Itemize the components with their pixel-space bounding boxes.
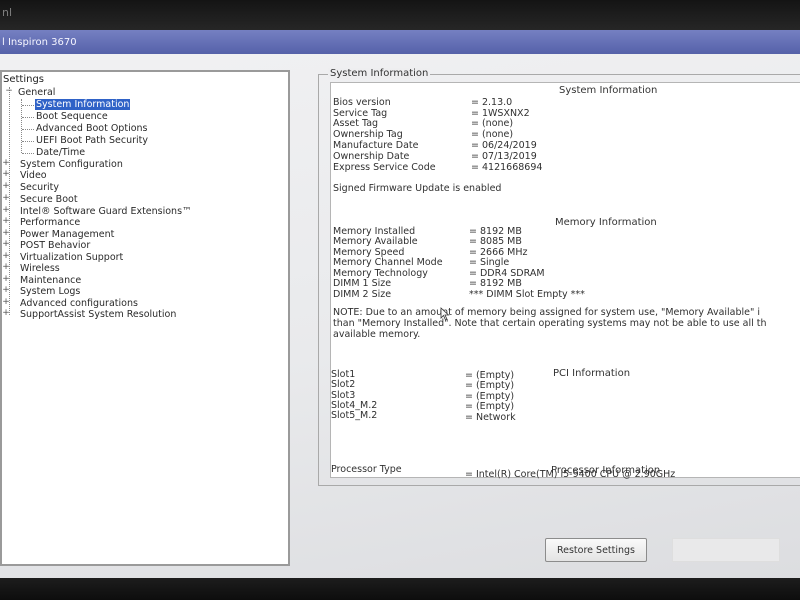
expand-icon[interactable]: + — [2, 205, 10, 215]
info-value: = (none) — [471, 129, 514, 140]
monitor-bezel-top: nl — [0, 0, 800, 30]
info-value: = Intel(R) Core(TM) i5-9400 CPU @ 2.90GH… — [465, 469, 676, 480]
tree-item-date-time[interactable]: Date/Time — [36, 147, 85, 158]
tree-item-system-logs[interactable]: System Logs — [20, 286, 80, 297]
system-info-header: System Information — [559, 85, 658, 96]
info-label: DIMM 2 Size — [333, 289, 392, 300]
memory-note-line: NOTE: Due to an amount of memory being a… — [333, 307, 761, 318]
memory-note-line: available memory. — [333, 329, 421, 340]
tree-branch — [22, 129, 34, 130]
tree-item-video[interactable]: Video — [20, 170, 47, 181]
expand-icon[interactable]: + — [2, 216, 10, 226]
tree-item-post-behavior[interactable]: POST Behavior — [20, 240, 90, 251]
tree-branch — [22, 117, 34, 118]
window-title: l Inspiron 3670 — [0, 30, 800, 54]
tree-item-wireless[interactable]: Wireless — [20, 263, 60, 274]
firmware-note: Signed Firmware Update is enabled — [333, 183, 502, 194]
info-value: *** DIMM Slot Empty *** — [469, 289, 585, 300]
expand-icon[interactable]: + — [2, 181, 10, 191]
tree-item-boot-sequence[interactable]: Boot Sequence — [36, 111, 108, 122]
expand-icon[interactable]: + — [2, 239, 10, 249]
disabled-button — [672, 538, 780, 562]
info-label: Asset Tag — [333, 118, 379, 129]
tree-guide-line — [21, 99, 22, 153]
info-value: = (Empty) — [465, 380, 515, 391]
system-information-panel[interactable]: System Information Bios version = 2.13.0… — [330, 82, 800, 480]
tree-branch — [22, 105, 34, 106]
tree-item-maintenance[interactable]: Maintenance — [20, 275, 81, 286]
expand-icon[interactable]: + — [2, 251, 10, 261]
info-label: Slot5_M.2 — [331, 410, 378, 421]
tree-item-uefi-boot-path-security[interactable]: UEFI Boot Path Security — [36, 135, 148, 146]
expand-icon[interactable]: + — [2, 308, 10, 318]
info-label: Memory Available — [333, 236, 418, 247]
monitor-logo: nl — [2, 6, 13, 19]
tree-item-supportassist[interactable]: SupportAssist System Resolution — [20, 309, 176, 320]
info-label: Memory Channel Mode — [333, 257, 443, 268]
info-label: Ownership Tag — [333, 129, 403, 140]
info-value: = 4121668694 — [471, 162, 543, 173]
info-label: Processor Type — [331, 464, 402, 475]
tree-item-advanced-configurations[interactable]: Advanced configurations — [20, 298, 138, 309]
tree-item-system-configuration[interactable]: System Configuration — [20, 159, 123, 170]
tree-branch — [22, 141, 34, 142]
pci-info-header: PCI Information — [553, 368, 631, 379]
tree-item-power-management[interactable]: Power Management — [20, 229, 114, 240]
info-value: = 07/13/2019 — [471, 151, 537, 162]
expand-icon[interactable]: + — [2, 285, 10, 295]
info-value: = 06/24/2019 — [471, 140, 537, 151]
info-label: Bios version — [333, 97, 391, 108]
tree-item-system-information[interactable]: System Information — [35, 99, 131, 110]
tree-root-settings[interactable]: Settings — [3, 74, 44, 85]
info-value: = 8192 MB — [469, 278, 522, 289]
tree-branch — [22, 153, 34, 154]
memory-info-header: Memory Information — [555, 217, 657, 228]
tree-item-advanced-boot-options[interactable]: Advanced Boot Options — [36, 123, 148, 134]
tree-item-secure-boot[interactable]: Secure Boot — [20, 194, 78, 205]
expand-icon[interactable]: + — [2, 297, 10, 307]
info-value: = Single — [469, 257, 510, 268]
info-value: = (Empty) — [465, 401, 515, 412]
tree-item-intel-sgx[interactable]: Intel® Software Guard Extensions™ — [20, 206, 192, 217]
restore-settings-button[interactable]: Restore Settings — [545, 538, 647, 562]
tree-item-performance[interactable]: Performance — [20, 217, 80, 228]
expand-icon[interactable]: + — [2, 262, 10, 272]
tree-item-security[interactable]: Security — [20, 182, 59, 193]
expand-icon[interactable]: + — [2, 228, 10, 238]
collapse-icon[interactable]: − — [5, 86, 13, 96]
info-value: = 2.13.0 — [471, 97, 513, 108]
info-value: = Network — [465, 412, 516, 423]
info-label: Ownership Date — [333, 151, 410, 162]
tree-item-virtualization-support[interactable]: Virtualization Support — [20, 252, 123, 263]
info-value: = (none) — [471, 118, 514, 129]
info-label: Manufacture Date — [333, 140, 419, 151]
info-label: Express Service Code — [333, 162, 436, 173]
expand-icon[interactable]: + — [2, 193, 10, 203]
info-label: Slot2 — [331, 379, 356, 390]
tree-item-general[interactable]: General — [18, 87, 55, 98]
memory-note-line: than "Memory Installed". Note that certa… — [333, 318, 767, 329]
expand-icon[interactable]: + — [2, 169, 10, 179]
settings-tree: Settings − General System Information Bo… — [0, 70, 290, 566]
group-title: System Information — [328, 68, 431, 79]
expand-icon[interactable]: + — [2, 158, 10, 168]
monitor-bezel-bottom — [0, 578, 800, 600]
info-value: = 8085 MB — [469, 236, 522, 247]
info-label: DIMM 1 Size — [333, 278, 392, 289]
bios-screen: l Inspiron 3670 Settings − General Syste… — [0, 30, 800, 578]
expand-icon[interactable]: + — [2, 274, 10, 284]
